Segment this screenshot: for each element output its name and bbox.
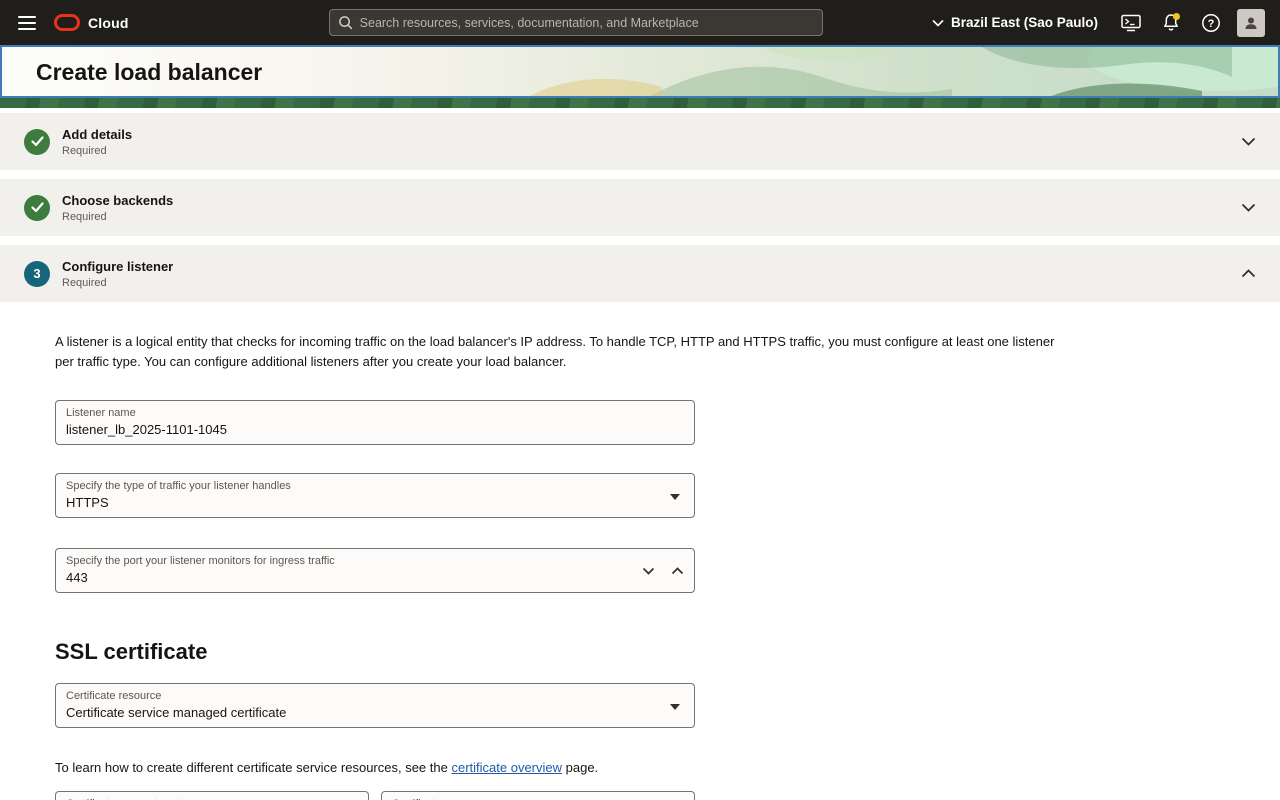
region-label: Brazil East (Sao Paulo) bbox=[950, 15, 1098, 30]
help-icon[interactable]: ? bbox=[1194, 6, 1228, 40]
search-input[interactable] bbox=[359, 15, 814, 30]
notification-dot bbox=[1173, 12, 1180, 20]
traffic-type-select[interactable]: Specify the type of traffic your listene… bbox=[55, 473, 695, 519]
step-title: Configure listener bbox=[62, 258, 174, 274]
certificate-resource-label: Certificate resource bbox=[66, 690, 162, 703]
step-add-details-header[interactable]: Add details Required bbox=[0, 113, 1280, 170]
step-choose-backends: Choose backends Required bbox=[0, 179, 1280, 236]
configure-listener-panel: A listener is a logical entity that chec… bbox=[0, 302, 1280, 800]
listener-port-value: 443 bbox=[66, 570, 88, 586]
page-title: Create load balancer bbox=[36, 59, 263, 85]
step-subtitle: Required bbox=[62, 276, 107, 289]
step-number: 3 bbox=[33, 266, 41, 281]
listener-name-value: listener_lb_2025-1101-1045 bbox=[66, 422, 227, 438]
help-text-prefix: To learn how to create different certifi… bbox=[55, 760, 452, 776]
ssl-certificate-heading: SSL certificate bbox=[55, 639, 208, 665]
step-number-badge: 3 bbox=[24, 260, 50, 287]
listener-name-field[interactable]: Listener name listener_lb_2025-1101-1045 bbox=[55, 400, 695, 446]
listener-port-field[interactable]: Specify the port your listener monitors … bbox=[55, 548, 695, 594]
certificate-select-row: Certificate compartment RafaelMelo Certi… bbox=[55, 775, 1225, 800]
chevron-down-icon bbox=[932, 19, 944, 27]
traffic-type-value: HTTPS bbox=[66, 495, 109, 511]
step-title: Choose backends bbox=[62, 192, 174, 208]
port-increment-chevron-up-icon[interactable] bbox=[671, 567, 684, 575]
listener-name-label: Listener name bbox=[66, 407, 136, 420]
chevron-up-icon[interactable] bbox=[1241, 265, 1256, 283]
region-selector[interactable]: Brazil East (Sao Paulo) bbox=[922, 15, 1108, 30]
step-complete-badge bbox=[24, 128, 50, 155]
cloud-shell-icon[interactable] bbox=[1114, 6, 1148, 40]
brand[interactable]: Cloud bbox=[54, 14, 129, 31]
certificate-help-text: To learn how to create different certifi… bbox=[55, 760, 1225, 775]
step-add-details: Add details Required bbox=[0, 113, 1280, 170]
wizard-steps: Add details Required Choose backends Req… bbox=[0, 113, 1280, 800]
step-configure-listener: 3 Configure listener Required A listener… bbox=[0, 245, 1280, 800]
svg-text:?: ? bbox=[1208, 18, 1215, 30]
certificate-overview-link[interactable]: certificate overview bbox=[451, 760, 562, 775]
search-icon bbox=[338, 16, 352, 30]
step-subtitle: Required bbox=[62, 210, 107, 223]
dropdown-caret-icon bbox=[670, 493, 680, 500]
step-complete-badge bbox=[24, 194, 50, 221]
check-icon bbox=[30, 202, 44, 213]
top-navigation-bar: Cloud Brazil East (Sao Paulo) bbox=[0, 0, 1280, 45]
step-subtitle: Required bbox=[62, 144, 107, 157]
help-text-suffix: page. bbox=[562, 760, 599, 776]
certificate-resource-select[interactable]: Certificate resource Certificate service… bbox=[55, 683, 695, 729]
step-title: Add details bbox=[62, 126, 133, 142]
brand-label: Cloud bbox=[88, 14, 129, 31]
avatar bbox=[1237, 8, 1265, 37]
notifications-bell-icon[interactable] bbox=[1154, 6, 1188, 40]
step-configure-listener-header[interactable]: 3 Configure listener Required bbox=[0, 245, 1280, 302]
step-choose-backends-header[interactable]: Choose backends Required bbox=[0, 179, 1280, 236]
chevron-down-icon[interactable] bbox=[1241, 133, 1256, 151]
listener-description: A listener is a logical entity that chec… bbox=[55, 334, 1055, 370]
page-header-banner: Create load balancer bbox=[0, 45, 1280, 98]
banner-bottom-strip bbox=[0, 98, 1280, 108]
hamburger-menu-icon[interactable] bbox=[10, 6, 44, 40]
oracle-logo-icon bbox=[54, 14, 80, 31]
check-icon bbox=[30, 136, 44, 147]
certificate-resource-value: Certificate service managed certificate bbox=[66, 705, 287, 721]
chevron-down-icon[interactable] bbox=[1241, 199, 1256, 217]
certificate-select[interactable]: Certificate wildcard-ladlift2oci.com.br bbox=[381, 791, 695, 800]
certificate-compartment-select[interactable]: Certificate compartment RafaelMelo bbox=[55, 791, 369, 800]
global-search[interactable] bbox=[328, 9, 823, 36]
traffic-type-label: Specify the type of traffic your listene… bbox=[66, 480, 291, 493]
profile-menu[interactable] bbox=[1234, 6, 1268, 40]
port-decrement-chevron-down-icon[interactable] bbox=[642, 567, 655, 575]
listener-port-label: Specify the port your listener monitors … bbox=[66, 555, 335, 568]
dropdown-caret-icon bbox=[670, 703, 680, 710]
